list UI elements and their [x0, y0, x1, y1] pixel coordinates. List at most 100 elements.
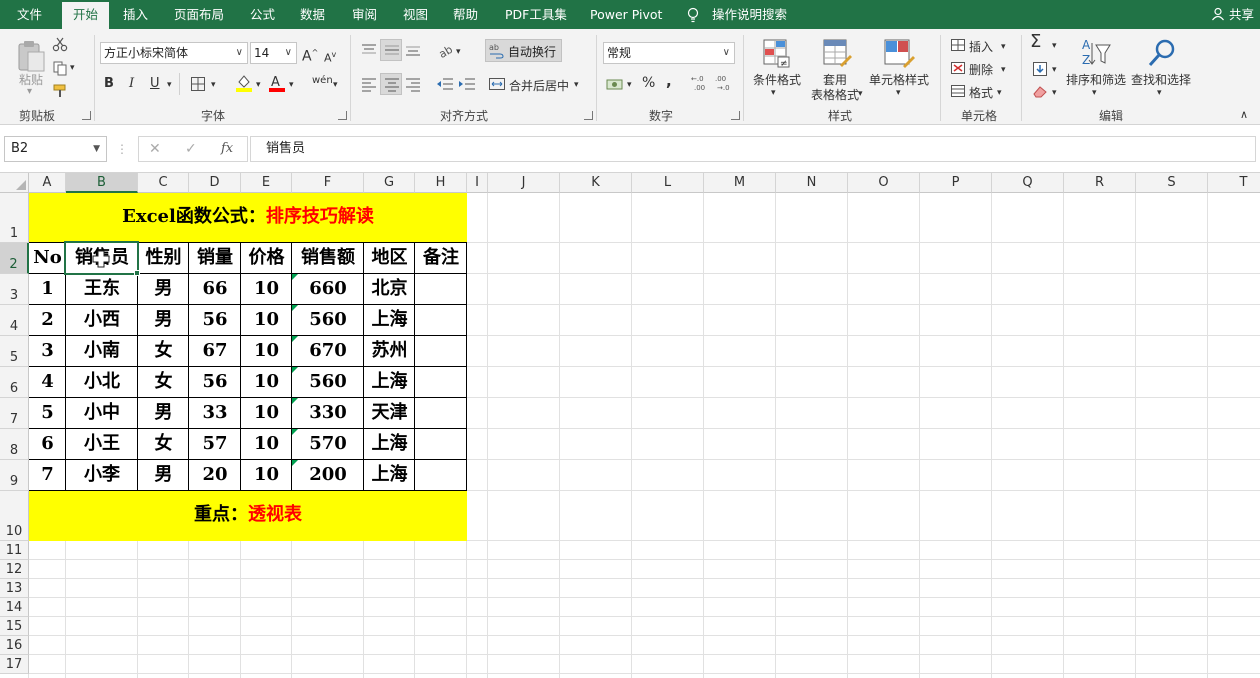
tab-file[interactable]: 文件	[17, 0, 42, 29]
column-header-a[interactable]: A	[29, 173, 66, 193]
table-cell[interactable]	[415, 274, 467, 305]
format-as-table-icon[interactable]	[822, 37, 852, 69]
column-header-c[interactable]: C	[138, 173, 189, 193]
table-cell[interactable]: 10	[241, 305, 292, 336]
table-cell[interactable]: 670	[292, 336, 364, 367]
tab-data[interactable]: 数据	[300, 0, 325, 29]
insert-cells-icon[interactable]	[950, 38, 966, 52]
column-header-s[interactable]: S	[1136, 173, 1208, 193]
table-cell[interactable]: 10	[241, 398, 292, 429]
worksheet-grid[interactable]: Excel函数公式：排序技巧解读重点：透视表No销售员性别销量价格销售额地区备注…	[0, 173, 1260, 678]
copy-icon[interactable]	[52, 60, 68, 76]
table-cell[interactable]: 560	[292, 367, 364, 398]
select-all-button[interactable]	[0, 173, 29, 193]
row-header-16[interactable]: 16	[0, 636, 29, 655]
table-cell[interactable]: 10	[241, 274, 292, 305]
fill-dropdown-icon[interactable]: ▾	[1052, 62, 1057, 78]
column-header-o[interactable]: O	[848, 173, 920, 193]
formula-input[interactable]: 销售员	[250, 136, 1256, 162]
cell-styles-icon[interactable]	[883, 37, 915, 69]
align-center-button[interactable]	[380, 73, 402, 95]
decrease-indent-icon[interactable]	[436, 76, 454, 92]
table-cell[interactable]: 200	[292, 460, 364, 491]
font-color-icon[interactable]: A	[268, 73, 286, 93]
phonetic-dropdown-icon[interactable]: ▾	[333, 77, 338, 93]
row-header-4[interactable]: 4	[0, 305, 29, 336]
fill-handle[interactable]	[134, 270, 140, 276]
accounting-dropdown-icon[interactable]: ▾	[627, 77, 632, 93]
table-cell[interactable]: 2	[29, 305, 66, 336]
row-header-5[interactable]: 5	[0, 336, 29, 367]
autosum-icon[interactable]: Σ	[1030, 33, 1041, 51]
insert-cells-label[interactable]: 插入	[969, 38, 993, 55]
table-header-cell[interactable]: 销量	[189, 243, 241, 274]
table-cell[interactable]: 小李	[66, 460, 138, 491]
table-cell[interactable]: 56	[189, 305, 241, 336]
table-cell[interactable]: 660	[292, 274, 364, 305]
table-cell[interactable]: 5	[29, 398, 66, 429]
cell-styles-dropdown-icon[interactable]: ▾	[896, 85, 901, 101]
merge-center-label[interactable]: 合并后居中	[509, 77, 569, 94]
insert-dropdown-icon[interactable]: ▾	[1001, 39, 1006, 55]
row-header-3[interactable]: 3	[0, 274, 29, 305]
row-header-15[interactable]: 15	[0, 617, 29, 636]
row-header-6[interactable]: 6	[0, 367, 29, 398]
delete-cells-label[interactable]: 删除	[969, 61, 993, 78]
table-cell[interactable]	[415, 398, 467, 429]
cancel-icon[interactable]: ✕	[149, 141, 161, 157]
table-cell[interactable]: 330	[292, 398, 364, 429]
column-header-m[interactable]: M	[704, 173, 776, 193]
underline-dropdown-icon[interactable]: ▾	[167, 77, 172, 93]
error-indicator-icon[interactable]	[292, 429, 298, 435]
increase-decimal-icon[interactable]: ←.0 .00	[691, 74, 711, 92]
table-cell[interactable]: 4	[29, 367, 66, 398]
comma-style-button[interactable]: ,	[666, 73, 672, 89]
column-header-i[interactable]: I	[467, 173, 488, 193]
error-indicator-icon[interactable]	[292, 460, 298, 466]
table-cell[interactable]: 女	[138, 367, 189, 398]
row-header-14[interactable]: 14	[0, 598, 29, 617]
row-header-11[interactable]: 11	[0, 541, 29, 560]
column-header-f[interactable]: F	[292, 173, 364, 193]
format-cells-label[interactable]: 格式	[969, 84, 993, 101]
column-header-r[interactable]: R	[1064, 173, 1136, 193]
format-dropdown-icon[interactable]: ▾	[997, 85, 1002, 101]
table-cell[interactable]: 男	[138, 398, 189, 429]
fill-color-icon[interactable]	[235, 73, 253, 93]
table-cell[interactable]: 女	[138, 336, 189, 367]
column-header-p[interactable]: P	[920, 173, 992, 193]
align-bottom-icon[interactable]	[404, 42, 422, 58]
number-launcher-icon[interactable]	[731, 111, 740, 120]
table-cell[interactable]: 小南	[66, 336, 138, 367]
table-cell[interactable]: 上海	[364, 460, 415, 491]
grow-font-icon[interactable]: A^	[302, 45, 318, 65]
cut-icon[interactable]	[52, 36, 68, 52]
share-button[interactable]: 共享	[1211, 0, 1254, 29]
row-header-17[interactable]: 17	[0, 655, 29, 674]
bold-button[interactable]: B	[104, 76, 114, 92]
name-box[interactable]: B2 ▼	[4, 136, 107, 162]
row-header-12[interactable]: 12	[0, 560, 29, 579]
sort-filter-icon[interactable]: A Z	[1080, 37, 1112, 69]
column-header-q[interactable]: Q	[992, 173, 1064, 193]
merge-center-icon[interactable]	[488, 76, 506, 92]
tab-power-pivot[interactable]: Power Pivot	[590, 0, 662, 29]
table-cell[interactable]: 3	[29, 336, 66, 367]
table-cell[interactable]: 66	[189, 274, 241, 305]
sheet-footer[interactable]: 重点：透视表	[29, 503, 467, 527]
row-header-9[interactable]: 9	[0, 460, 29, 491]
error-indicator-icon[interactable]	[292, 305, 298, 311]
tab-formulas[interactable]: 公式	[250, 0, 275, 29]
table-cell[interactable]: 6	[29, 429, 66, 460]
tab-page-layout[interactable]: 页面布局	[174, 0, 224, 29]
tell-me-search[interactable]: 操作说明搜索	[712, 0, 787, 29]
format-table-dropdown-icon[interactable]: ▾	[858, 86, 863, 102]
format-cells-icon[interactable]	[950, 84, 966, 98]
table-header-cell[interactable]: 性别	[138, 243, 189, 274]
tab-home[interactable]: 开始	[62, 2, 110, 29]
insert-function-icon[interactable]: fx	[221, 141, 233, 157]
table-cell[interactable]: 男	[138, 460, 189, 491]
column-header-g[interactable]: G	[364, 173, 415, 193]
error-indicator-icon[interactable]	[292, 274, 298, 280]
table-cell[interactable]: 67	[189, 336, 241, 367]
